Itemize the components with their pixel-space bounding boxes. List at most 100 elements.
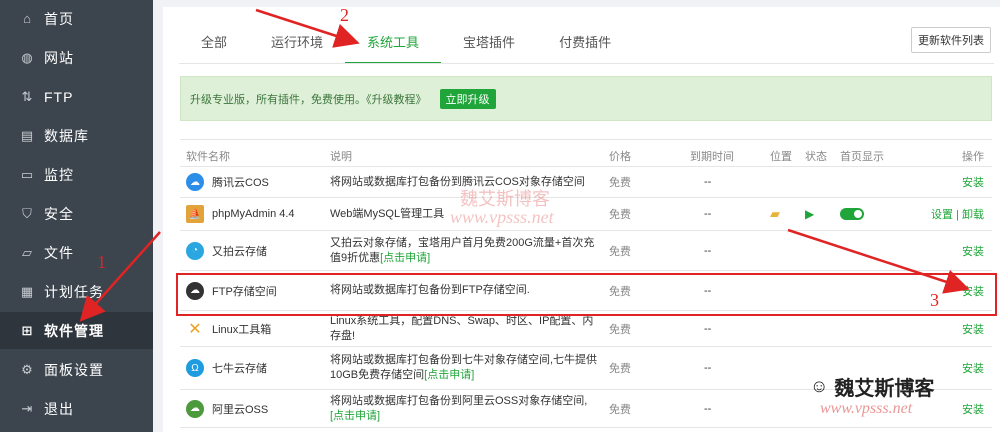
tab-all[interactable]: 全部 <box>179 28 249 64</box>
software-expire: -- <box>704 322 712 335</box>
header-action: 操作 <box>962 151 984 163</box>
phpmyadmin-icon: ⛵ <box>186 205 204 223</box>
header-price: 价格 <box>609 151 631 163</box>
software-price: 免费 <box>609 245 631 258</box>
sidebar-item-panel-settings[interactable]: ⚙ 面板设置 <box>0 351 153 388</box>
sidebar: ⌂ 首页 ◍ 网站 ⇅ FTP ▤ 数据库 ▭ 监控 ⛉ 安全 ▱ 文件 ▦ 计… <box>0 0 153 432</box>
apply-link[interactable]: [点击申请] <box>330 410 380 422</box>
upgrade-text: 升级专业版，所有插件，免费使用。《升级教程》 <box>190 93 427 106</box>
sidebar-item-label: 退出 <box>44 400 74 417</box>
sidebar-item-software[interactable]: ⊞ 软件管理 <box>0 312 153 349</box>
sidebar-item-home[interactable]: ⌂ 首页 <box>0 0 153 37</box>
software-expire: -- <box>704 244 712 257</box>
watermark-brand-text: 魏艾斯博客 <box>834 378 935 400</box>
sidebar-item-security[interactable]: ⛉ 安全 <box>0 195 153 232</box>
software-price: 免费 <box>609 177 631 189</box>
sidebar-item-monitor[interactable]: ▭ 监控 <box>0 156 153 193</box>
play-status-icon[interactable]: ▶ <box>805 198 814 230</box>
watermark-url-bottom: www.vpsss.net <box>820 400 913 417</box>
software-desc-text: 又拍云对象存储，宝塔用户首月免费200G流量+首次充值9折优惠 <box>330 236 595 264</box>
tab-runtime[interactable]: 运行环境 <box>249 28 345 64</box>
sidebar-item-label: 文件 <box>44 244 74 261</box>
sidebar-item-ftp[interactable]: ⇅ FTP <box>0 78 153 115</box>
homepage-toggle[interactable] <box>840 198 864 230</box>
sidebar-item-label: 首页 <box>44 10 74 27</box>
globe-icon: ◍ <box>21 49 33 65</box>
database-icon: ▤ <box>20 127 34 143</box>
sidebar-item-label: 监控 <box>44 166 74 183</box>
table-row: ⛵ phpMyAdmin 4.4 Web端MySQL管理工具 免费 -- ▰ ▶… <box>180 198 992 231</box>
software-name-text: 又拍云存储 <box>212 245 267 258</box>
software-name: ☁ FTP存储空间 <box>186 271 326 310</box>
sidebar-item-cron[interactable]: ▦ 计划任务 <box>0 273 153 310</box>
table-row: ☁ FTP存储空间 将网站或数据库打包备份到FTP存储空间. 免费 -- 安装 <box>180 271 992 311</box>
tab-bt-plugins[interactable]: 宝塔插件 <box>441 28 537 64</box>
tools-icon: ✕ <box>188 320 202 338</box>
top-strip <box>163 0 1000 7</box>
sidebar-item-label: FTP <box>44 88 74 105</box>
qiniu-icon: Ω <box>186 359 204 377</box>
software-price: 免费 <box>609 209 631 221</box>
software-name-text: 阿里云OSS <box>212 403 269 416</box>
gear-icon: ⚙ <box>21 361 33 377</box>
software-desc: 将网站或数据库打包备份到阿里云OSS对象存储空间, [点击申请] <box>330 390 600 427</box>
software-desc-text: 将网站或数据库打包备份到阿里云OSS对象存储空间, <box>330 394 588 407</box>
tencent-cloud-icon: ☁ <box>186 173 204 191</box>
sidebar-item-sites[interactable]: ◍ 网站 <box>0 39 153 76</box>
annotation-label-1: 1 <box>97 252 106 272</box>
sidebar-item-label: 计划任务 <box>44 283 104 300</box>
software-name: Ω 七牛云存储 <box>186 347 326 389</box>
table-header: 软件名称 说明 价格 到期时间 位置 状态 首页显示 操作 <box>180 140 992 167</box>
refresh-software-list-button[interactable]: 更新软件列表 <box>911 27 991 53</box>
sidebar-item-label: 数据库 <box>44 127 89 144</box>
header-desc: 说明 <box>330 151 352 163</box>
software-expire: -- <box>704 284 712 297</box>
install-button[interactable]: 安装 <box>962 311 984 346</box>
sidebar-item-database[interactable]: ▤ 数据库 <box>0 117 153 154</box>
annotation-label-3: 3 <box>930 290 939 310</box>
software-name-text: 七牛云存储 <box>212 363 267 375</box>
install-button[interactable]: 安装 <box>962 347 984 389</box>
watermark-brand: ☺ 魏艾斯博客 <box>810 372 934 401</box>
software-expire: -- <box>704 402 712 415</box>
install-button[interactable]: 安装 <box>962 231 984 270</box>
software-desc: 将网站或数据库打包备份到七牛对象存储空间,七牛提供10GB免费存储空间[点击申请… <box>330 347 600 389</box>
upgrade-button[interactable]: 立即升级 <box>439 88 496 109</box>
software-name: ☁ 阿里云OSS <box>186 390 326 427</box>
apply-link[interactable]: [点击申请] <box>380 252 430 264</box>
main-content: 全部 运行环境 系统工具 宝塔插件 付费插件 更新软件列表 升级专业版，所有插件… <box>163 0 1000 432</box>
software-name: ✕ Linux工具箱 <box>186 311 326 346</box>
header-homepage: 首页显示 <box>840 151 884 163</box>
tab-paid-plugins[interactable]: 付费插件 <box>537 28 633 64</box>
wechat-icon: ☺ <box>810 376 829 396</box>
settings-uninstall-links[interactable]: 设置 | 卸载 <box>931 198 984 230</box>
sidebar-item-files[interactable]: ▱ 文件 <box>0 234 153 271</box>
apply-link[interactable]: [点击申请] <box>424 369 474 381</box>
sidebar-item-logout[interactable]: ⇥ 退出 <box>0 390 153 427</box>
upyun-icon: ◔ <box>186 241 204 260</box>
software-expire: -- <box>704 208 712 220</box>
install-button[interactable]: 安装 <box>962 390 984 427</box>
header-expire: 到期时间 <box>690 151 734 163</box>
install-button[interactable]: 安装 <box>962 167 984 197</box>
sidebar-item-label: 面板设置 <box>44 361 104 378</box>
ftp-cloud-icon: ☁ <box>186 281 204 300</box>
table-row: ◔ 又拍云存储 又拍云对象存储，宝塔用户首月免费200G流量+首次充值9折优惠[… <box>180 231 992 271</box>
software-expire: -- <box>704 176 712 188</box>
calendar-icon: ▦ <box>20 283 34 299</box>
header-location: 位置 <box>770 151 792 163</box>
table-row: ✕ Linux工具箱 Linux系统工具，配置DNS、Swap、时区、IP配置、… <box>180 311 992 347</box>
upgrade-banner: 升级专业版，所有插件，免费使用。《升级教程》 立即升级 <box>180 76 992 121</box>
software-name: ◔ 又拍云存储 <box>186 231 326 270</box>
header-status: 状态 <box>805 151 827 163</box>
software-price: 免费 <box>609 363 631 375</box>
software-desc: 又拍云对象存储，宝塔用户首月免费200G流量+首次充值9折优惠[点击申请] <box>330 231 600 270</box>
watermark-url: www.vpsss.net <box>450 207 554 227</box>
shield-icon: ⛉ <box>22 205 32 221</box>
install-button[interactable]: 安装 <box>962 271 984 310</box>
aliyun-icon: ☁ <box>186 399 204 418</box>
tab-system-tools[interactable]: 系统工具 <box>345 28 442 64</box>
software-name-text: FTP存储空间 <box>212 285 277 298</box>
folder-location-icon[interactable]: ▰ <box>770 198 780 230</box>
software-desc: Linux系统工具，配置DNS、Swap、时区、IP配置、内存盘! <box>330 314 594 342</box>
